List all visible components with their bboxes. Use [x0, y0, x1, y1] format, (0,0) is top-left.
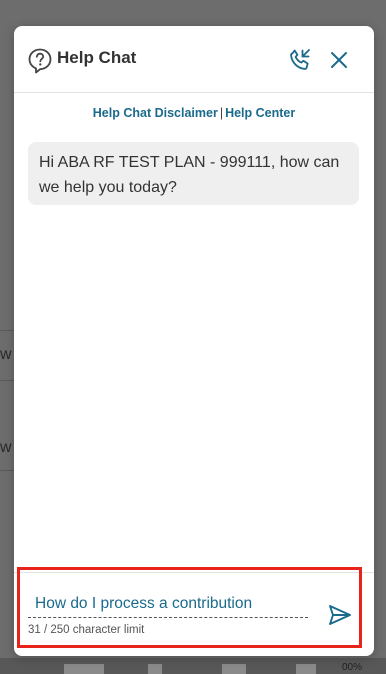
agent-message-bubble: Hi ABA RF TEST PLAN - 999111, how can we… [28, 142, 359, 205]
close-icon[interactable] [330, 51, 348, 69]
background-segment [64, 664, 104, 674]
background-text-fragment: w [0, 346, 12, 363]
background-bottom-strip: 00% [0, 658, 386, 674]
composer-highlight-box [17, 567, 362, 648]
background-segment [222, 664, 246, 674]
disclaimer-links: Help Chat Disclaimer | Help Center [14, 106, 374, 120]
background-zoom-text: 00% [341, 662, 362, 673]
phone-callback-icon[interactable] [288, 48, 312, 72]
help-chat-disclaimer-link[interactable]: Help Chat Disclaimer [93, 106, 218, 120]
help-chat-window: Help Chat Help Chat Disclaimer | Help Cent… [14, 26, 374, 656]
chat-header: Help Chat [14, 26, 374, 93]
link-separator: | [219, 106, 224, 120]
chat-title: Help Chat [57, 48, 137, 67]
background-segment [296, 664, 316, 674]
help-center-link[interactable]: Help Center [225, 106, 295, 120]
background-text-fragment: w [0, 439, 12, 456]
question-bubble-icon [28, 48, 52, 74]
background-segment [148, 664, 162, 674]
